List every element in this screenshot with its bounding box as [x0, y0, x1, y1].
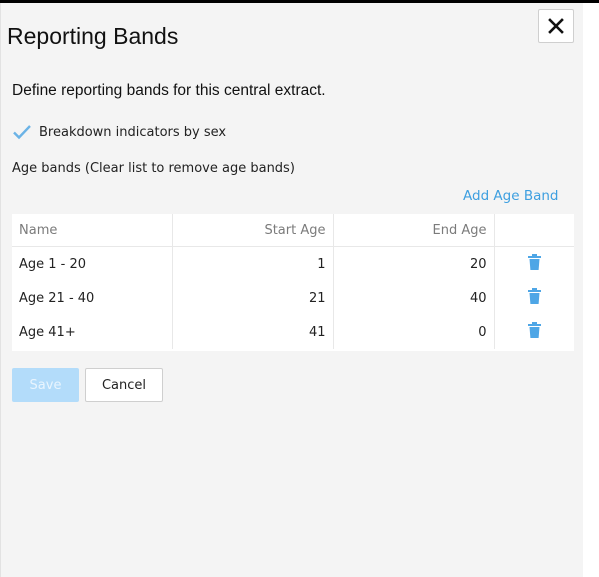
row-name-cell[interactable]: Age 41+ — [12, 315, 173, 349]
column-header-end-age: End Age — [333, 214, 495, 247]
row-name-cell[interactable]: Age 21 - 40 — [12, 281, 173, 315]
row-start-age-cell[interactable]: 41 — [172, 315, 334, 349]
row-end-age-cell[interactable]: 0 — [333, 315, 495, 349]
sex-breakdown-row: Breakdown indicators by sex — [12, 122, 226, 142]
delete-row-button[interactable] — [527, 322, 541, 342]
age-bands-table: Name Start Age End Age Age 1 - 20 1 20 A… — [12, 214, 574, 351]
close-icon — [548, 18, 564, 34]
table-row: Age 41+ 41 0 — [12, 315, 574, 349]
save-button[interactable]: Save — [12, 368, 79, 402]
delete-row-button[interactable] — [527, 254, 541, 274]
column-header-start-age: Start Age — [172, 214, 334, 247]
trash-icon — [527, 322, 541, 338]
row-end-age-cell[interactable]: 20 — [333, 246, 495, 281]
row-actions-cell — [494, 247, 574, 282]
row-actions-cell — [494, 281, 574, 315]
close-button[interactable] — [538, 9, 574, 43]
checkmark-icon — [13, 125, 31, 140]
add-age-band-link[interactable]: Add Age Band — [463, 188, 559, 204]
row-actions-cell — [494, 315, 574, 349]
age-bands-label: Age bands (Clear list to remove age band… — [12, 161, 295, 176]
row-name-cell[interactable]: Age 1 - 20 — [12, 246, 173, 281]
column-header-name: Name — [12, 214, 173, 247]
page-title: Reporting Bands — [7, 23, 179, 49]
trash-icon — [527, 288, 541, 304]
row-start-age-cell[interactable]: 1 — [172, 246, 334, 281]
sex-breakdown-label: Breakdown indicators by sex — [39, 124, 227, 140]
column-header-actions — [494, 214, 574, 247]
table-header-row: Name Start Age End Age — [12, 214, 574, 247]
table-row: Age 21 - 40 21 40 — [12, 281, 574, 315]
reporting-bands-panel: Reporting Bands Define reporting bands f… — [0, 3, 583, 577]
table-row: Age 1 - 20 1 20 — [12, 246, 574, 282]
delete-row-button[interactable] — [527, 288, 541, 308]
cancel-button[interactable]: Cancel — [85, 368, 163, 402]
sex-breakdown-checkbox[interactable] — [12, 122, 34, 142]
dialog-description: Define reporting bands for this central … — [12, 82, 326, 99]
row-end-age-cell[interactable]: 40 — [333, 281, 495, 315]
row-start-age-cell[interactable]: 21 — [172, 281, 334, 315]
trash-icon — [527, 254, 541, 270]
